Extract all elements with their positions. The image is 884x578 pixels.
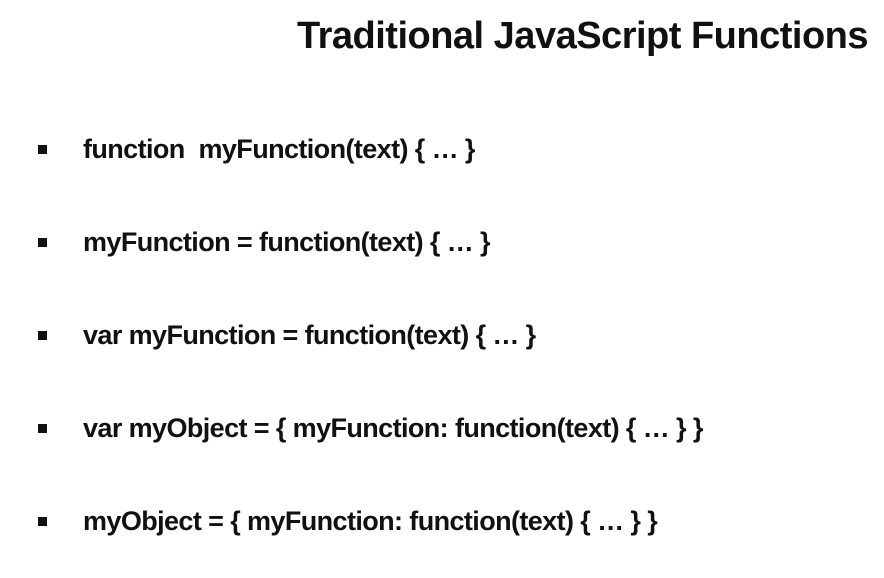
square-bullet-icon (38, 516, 47, 526)
bullet-item: var myFunction = function(text) { … } (38, 310, 703, 360)
square-bullet-icon (38, 330, 47, 340)
bullet-item: myObject = { myFunction: function(text) … (38, 496, 703, 546)
bullet-text: var myObject = { myFunction: function(te… (83, 412, 703, 443)
square-bullet-icon (38, 423, 47, 433)
bullet-item: function myFunction(text) { … } (38, 124, 703, 174)
slide: Traditional JavaScript Functions functio… (0, 0, 884, 578)
bullet-text: myFunction = function(text) { … } (83, 226, 491, 257)
bullet-text: function myFunction(text) { … } (83, 133, 475, 164)
square-bullet-icon (38, 237, 47, 247)
bullet-item: var myObject = { myFunction: function(te… (38, 403, 703, 453)
square-bullet-icon (38, 144, 47, 154)
bullet-text: var myFunction = function(text) { … } (83, 319, 536, 350)
bullet-list: function myFunction(text) { … } myFuncti… (38, 124, 703, 546)
bullet-text: myObject = { myFunction: function(text) … (83, 505, 658, 536)
slide-title: Traditional JavaScript Functions (296, 15, 869, 57)
bullet-item: myFunction = function(text) { … } (38, 217, 703, 267)
